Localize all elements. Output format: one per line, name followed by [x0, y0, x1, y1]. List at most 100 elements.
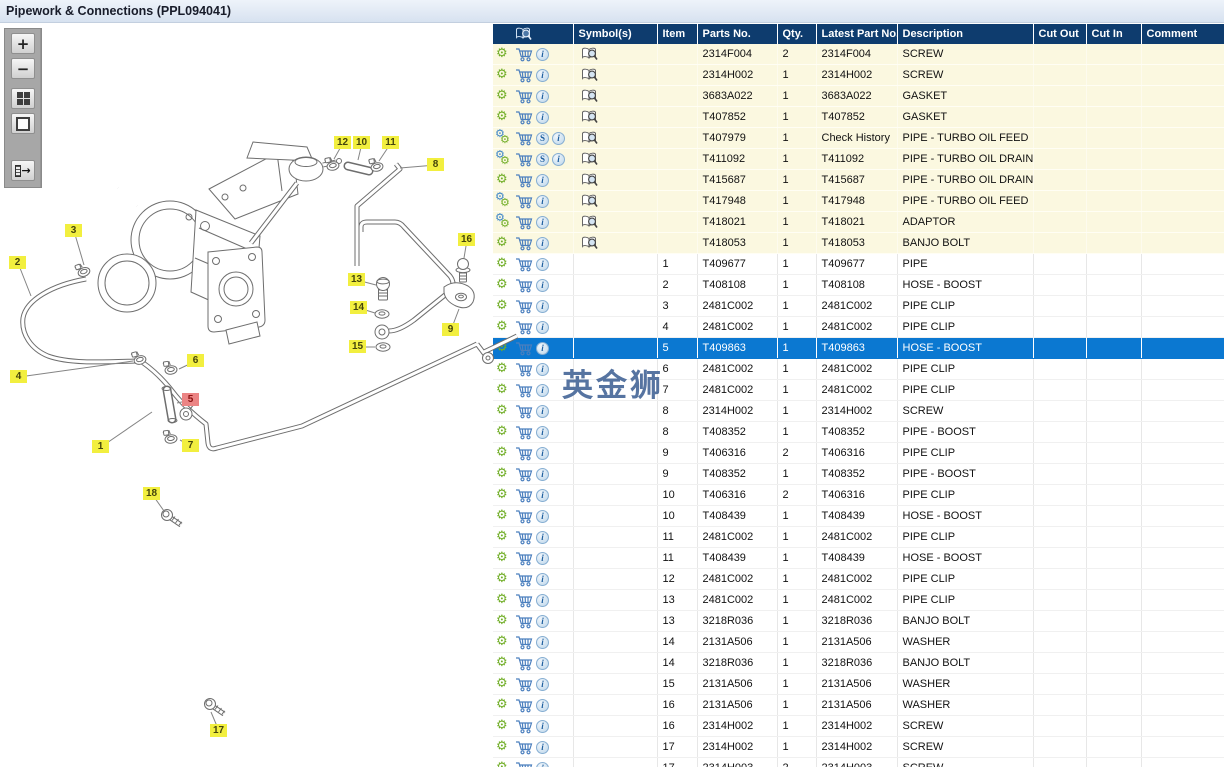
gear-icon[interactable]: ⚙ [496, 466, 512, 482]
add-to-cart-icon[interactable] [515, 68, 533, 83]
diagram-callout-8[interactable]: 8 [427, 158, 444, 171]
column-header-description[interactable]: Description [897, 24, 1034, 44]
add-to-cart-icon[interactable] [515, 320, 533, 335]
tile-view-button[interactable] [11, 88, 35, 109]
gear-icon[interactable]: ⚙ [496, 298, 512, 314]
info-icon[interactable]: i [536, 551, 549, 565]
info-icon[interactable]: i [536, 173, 549, 187]
diagram-callout-1[interactable]: 1 [92, 440, 109, 453]
table-row[interactable]: ⚙ i 7 2481C002 1 2481C002 PIPE CLIP [493, 379, 1224, 401]
symbol-lookup-icon[interactable] [581, 68, 598, 82]
symbol-lookup-icon[interactable] [581, 89, 598, 103]
diagram-callout-10[interactable]: 10 [353, 136, 370, 149]
add-to-cart-icon[interactable] [515, 194, 533, 209]
table-row[interactable]: ⚙ i 2314H002 1 2314H002 SCREW [493, 64, 1224, 86]
diagram-callout-6[interactable]: 6 [187, 354, 204, 367]
toggle-panel-button[interactable]: → [11, 160, 35, 181]
gear-icon[interactable]: ⚙ [496, 256, 512, 272]
fit-view-button[interactable] [11, 113, 35, 134]
info-icon[interactable]: i [536, 698, 549, 712]
info-icon[interactable]: i [536, 47, 549, 61]
diagram-callout-18[interactable]: 18 [143, 487, 160, 500]
diagram-callout-17[interactable]: 17 [210, 724, 227, 737]
column-header-cut-in[interactable]: Cut In [1086, 24, 1142, 44]
gear-icon[interactable]: ⚙ [496, 760, 512, 767]
table-row[interactable]: ⚙ i 12 2481C002 1 2481C002 PIPE CLIP [493, 568, 1224, 590]
table-row[interactable]: ⚙ i 8 T408352 1 T408352 PIPE - BOOST [493, 421, 1224, 443]
gear-icon[interactable]: ⚙ [496, 592, 512, 608]
gear-icon[interactable]: ⚙ [496, 109, 512, 125]
table-row[interactable]: ⚙ i 6 2481C002 1 2481C002 PIPE CLIP [493, 358, 1224, 380]
table-row[interactable]: ⚙ i 3683A022 1 3683A022 GASKET [493, 85, 1224, 107]
add-to-cart-icon[interactable] [515, 614, 533, 629]
info-icon[interactable]: i [536, 467, 549, 481]
info-icon[interactable]: i [552, 131, 565, 145]
info-icon[interactable]: i [536, 110, 549, 124]
table-row[interactable]: ⚙ i 2314F004 2 2314F004 SCREW [493, 44, 1224, 65]
add-to-cart-icon[interactable] [515, 236, 533, 251]
symbol-lookup-icon[interactable] [581, 236, 598, 250]
add-to-cart-icon[interactable] [515, 719, 533, 734]
info-icon[interactable]: i [536, 635, 549, 649]
info-icon[interactable]: i [552, 152, 565, 166]
table-row[interactable]: ⚙ i 16 2314H002 1 2314H002 SCREW [493, 715, 1224, 737]
info-icon[interactable]: i [536, 215, 549, 229]
add-to-cart-icon[interactable] [515, 593, 533, 608]
add-to-cart-icon[interactable] [515, 698, 533, 713]
zoom-in-button[interactable]: + [11, 33, 35, 54]
column-header-comment[interactable]: Comment [1141, 24, 1224, 44]
double-gear-icon[interactable]: ⚙ ⚙ [495, 212, 512, 230]
table-row[interactable]: ⚙ i 16 2131A506 1 2131A506 WASHER [493, 694, 1224, 716]
add-to-cart-icon[interactable] [515, 446, 533, 461]
substitution-badge[interactable]: S [536, 131, 549, 145]
info-icon[interactable]: i [536, 530, 549, 544]
table-row[interactable]: ⚙ i 14 2131A506 1 2131A506 WASHER [493, 631, 1224, 653]
table-row[interactable]: ⚙ ⚙ i T417948 1 T417948 PIPE - TURBO OIL … [493, 190, 1224, 212]
add-to-cart-icon[interactable] [515, 635, 533, 650]
gear-icon[interactable]: ⚙ [496, 508, 512, 524]
column-header-latest-part-no-[interactable]: Latest Part No. [816, 24, 898, 44]
info-icon[interactable]: i [536, 572, 549, 586]
add-to-cart-icon[interactable] [515, 257, 533, 272]
add-to-cart-icon[interactable] [515, 740, 533, 755]
symbol-lookup-icon[interactable] [581, 194, 598, 208]
diagram-callout-7[interactable]: 7 [182, 439, 199, 452]
table-row[interactable]: ⚙ i 17 2314H002 1 2314H002 SCREW [493, 736, 1224, 758]
symbol-lookup-icon[interactable] [581, 131, 598, 145]
add-to-cart-icon[interactable] [515, 551, 533, 566]
info-icon[interactable]: i [536, 593, 549, 607]
info-icon[interactable]: i [536, 383, 549, 397]
gear-icon[interactable]: ⚙ [496, 697, 512, 713]
info-icon[interactable]: i [536, 446, 549, 460]
double-gear-icon[interactable]: ⚙ ⚙ [495, 149, 512, 167]
gear-icon[interactable]: ⚙ [496, 739, 512, 755]
add-to-cart-icon[interactable] [515, 152, 533, 167]
table-row[interactable]: ⚙ i 1 T409677 1 T409677 PIPE [493, 253, 1224, 275]
gear-icon[interactable]: ⚙ [496, 718, 512, 734]
info-icon[interactable]: i [536, 89, 549, 103]
gear-icon[interactable]: ⚙ [496, 172, 512, 188]
symbol-lookup-icon[interactable] [581, 110, 598, 124]
diagram-callout-12[interactable]: 12 [334, 136, 351, 149]
gear-icon[interactable]: ⚙ [496, 487, 512, 503]
diagram-callout-9[interactable]: 9 [442, 323, 459, 336]
add-to-cart-icon[interactable] [515, 467, 533, 482]
table-row[interactable]: ⚙ i 10 T406316 2 T406316 PIPE CLIP [493, 484, 1224, 506]
info-icon[interactable]: i [536, 740, 549, 754]
diagram-callout-13[interactable]: 13 [348, 273, 365, 286]
column-header-qty-[interactable]: Qty. [777, 24, 817, 44]
table-row[interactable]: ⚙ i 3 2481C002 1 2481C002 PIPE CLIP [493, 295, 1224, 317]
add-to-cart-icon[interactable] [515, 341, 533, 356]
gear-icon[interactable]: ⚙ [496, 613, 512, 629]
table-row[interactable]: ⚙ i 13 2481C002 1 2481C002 PIPE CLIP [493, 589, 1224, 611]
info-icon[interactable]: i [536, 404, 549, 418]
table-row[interactable]: ⚙ i T418053 1 T418053 BANJO BOLT [493, 232, 1224, 254]
table-row[interactable]: ⚙ ⚙ i T418021 1 T418021 ADAPTOR [493, 211, 1224, 233]
add-to-cart-icon[interactable] [515, 530, 533, 545]
gear-icon[interactable]: ⚙ [496, 634, 512, 650]
add-to-cart-icon[interactable] [515, 677, 533, 692]
table-row[interactable]: ⚙ i 11 T408439 1 T408439 HOSE - BOOST [493, 547, 1224, 569]
gear-icon[interactable]: ⚙ [496, 529, 512, 545]
symbol-lookup-icon[interactable] [581, 152, 598, 166]
add-to-cart-icon[interactable] [515, 131, 533, 146]
